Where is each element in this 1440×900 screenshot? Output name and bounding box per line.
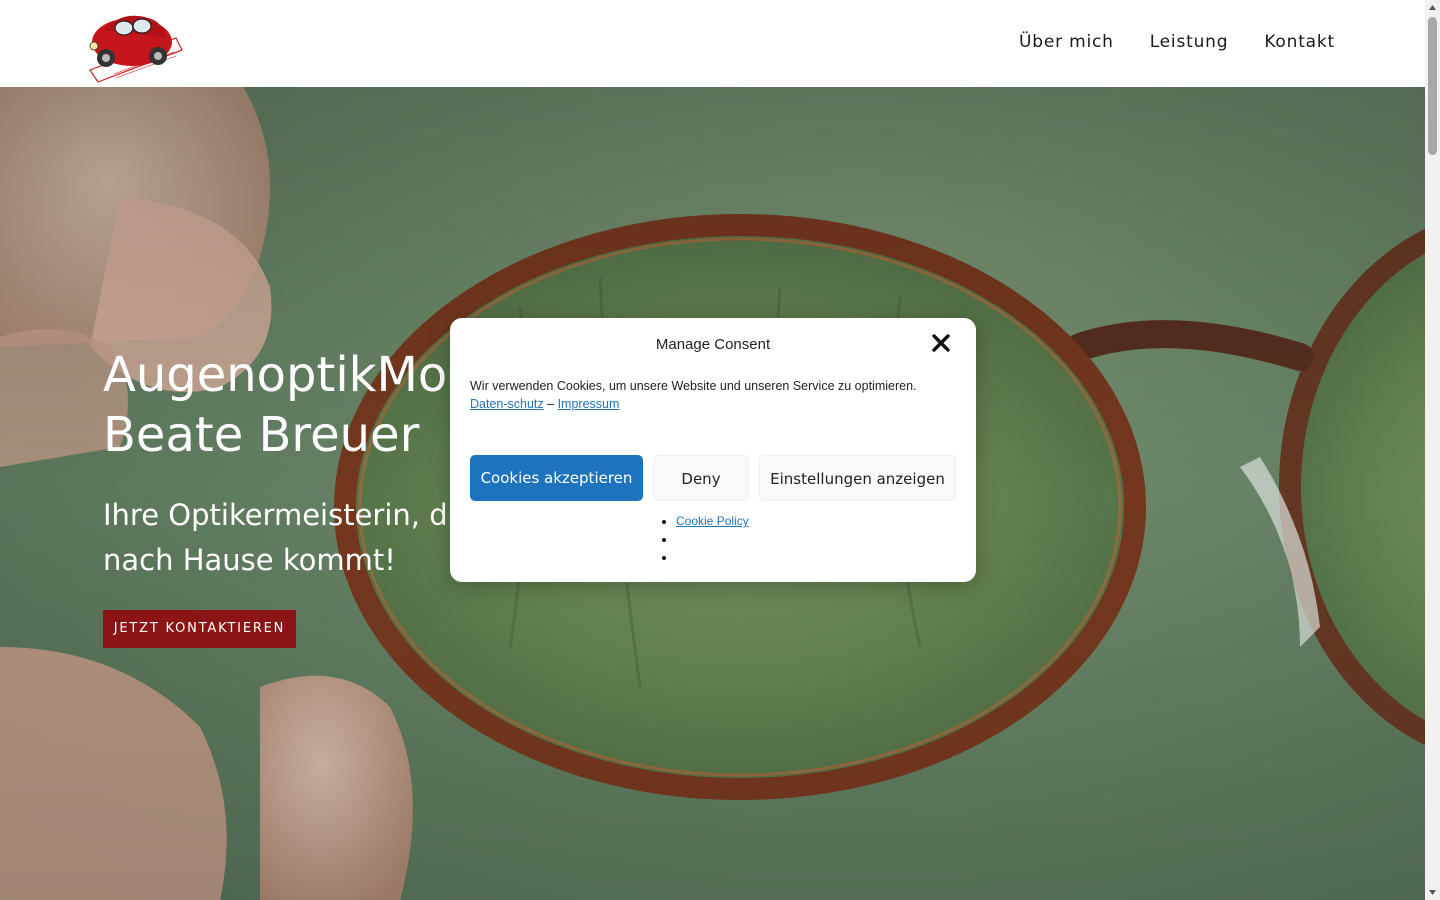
scroll-down-arrow-icon[interactable] xyxy=(1425,885,1440,900)
list-item xyxy=(676,530,749,548)
nav-item-leistung[interactable]: Leistung xyxy=(1150,30,1229,54)
accept-cookies-button[interactable]: Cookies akzeptieren xyxy=(470,455,643,501)
site-header: Über mich Leistung Kontakt xyxy=(0,0,1425,87)
link-separator: – xyxy=(547,397,555,411)
privacy-link[interactable]: Daten-schutz xyxy=(470,397,544,411)
list-item: Cookie Policy xyxy=(676,512,749,530)
view-preferences-button[interactable]: Einstellungen anzeigen xyxy=(759,455,956,501)
scroll-up-arrow-icon[interactable] xyxy=(1425,0,1440,15)
main-nav: Über mich Leistung Kontakt xyxy=(1019,30,1335,54)
imprint-link[interactable]: Impressum xyxy=(558,397,620,411)
logo[interactable] xyxy=(84,8,184,84)
hero-subtitle-line2: nach Hause kommt! xyxy=(103,543,396,577)
nav-item-ueber-mich[interactable]: Über mich xyxy=(1019,30,1114,54)
hero-title-line1: AugenoptikMo xyxy=(103,347,448,403)
scrollbar-thumb[interactable] xyxy=(1428,17,1437,155)
cookie-policy-link[interactable]: Cookie Policy xyxy=(676,514,749,528)
nav-item-kontakt[interactable]: Kontakt xyxy=(1264,30,1335,54)
hero-title-line2: Beate Breuer xyxy=(103,407,420,463)
red-beetle-car-logo-icon xyxy=(89,15,183,83)
list-item xyxy=(676,548,749,566)
consent-message-text: Wir verwenden Cookies, um unsere Website… xyxy=(470,379,917,393)
contact-cta-button[interactable]: JETZT KONTAKTIEREN xyxy=(103,610,296,648)
deny-button[interactable]: Deny xyxy=(653,455,749,501)
close-icon[interactable] xyxy=(931,333,951,353)
consent-dialog: Manage Consent Wir verwenden Cookies, um… xyxy=(450,318,976,582)
page-scrollbar[interactable] xyxy=(1425,0,1440,900)
consent-message: Wir verwenden Cookies, um unsere Website… xyxy=(470,377,956,413)
consent-title: Manage Consent xyxy=(655,336,771,353)
consent-links-list: Cookie Policy xyxy=(656,512,749,566)
hero-subtitle-line1: Ihre Optikermeisterin, di xyxy=(103,498,456,532)
